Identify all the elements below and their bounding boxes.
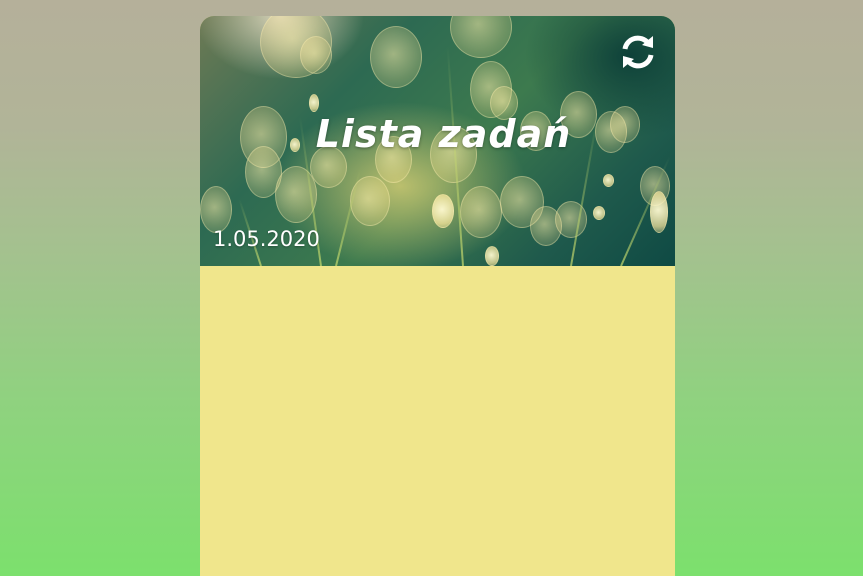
refresh-button[interactable] [618,32,658,72]
refresh-icon [622,35,654,69]
todo-card: Lista zadań 1.05.2020 [200,16,675,576]
date-label: 1.05.2020 [213,227,320,251]
task-list-area [200,266,675,576]
header-banner: Lista zadań 1.05.2020 [200,16,675,266]
page-title: Lista zadań [315,112,572,156]
